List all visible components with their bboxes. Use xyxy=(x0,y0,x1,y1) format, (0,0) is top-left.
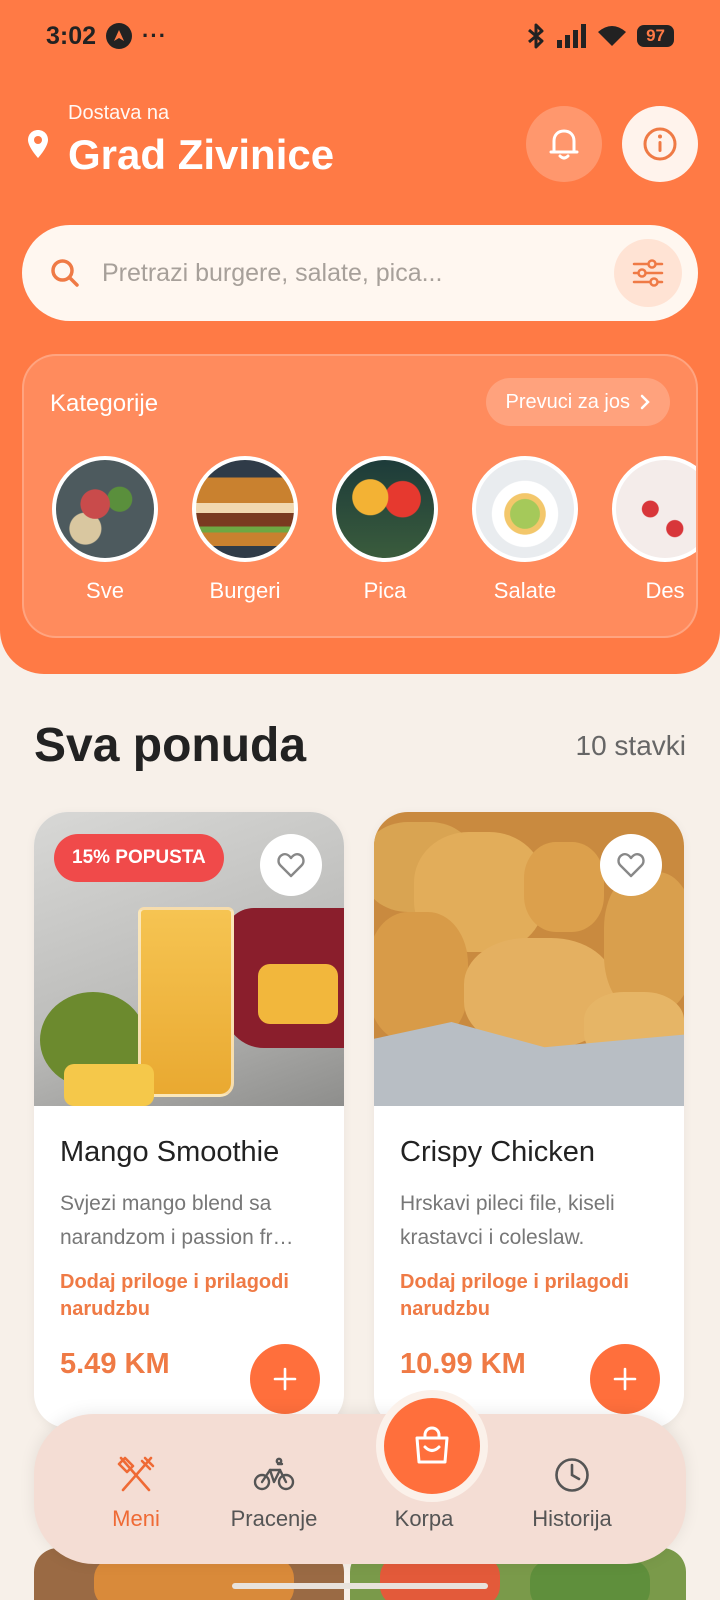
product-description: Hrskavi pileci file, kiseli krastavci i … xyxy=(400,1192,615,1249)
battery-indicator: 97 xyxy=(637,25,674,47)
nav-pracenje[interactable]: Pracenje xyxy=(214,1454,334,1532)
category-label: Pica xyxy=(363,578,407,603)
bell-icon xyxy=(549,129,579,160)
header: 3:02 ··· 97 Dostava na Grad Zivinice Pre… xyxy=(0,0,720,674)
status-time: 3:02 xyxy=(46,21,97,50)
notifications-button[interactable] xyxy=(526,106,602,182)
chevron-right-icon xyxy=(640,394,650,410)
product-image xyxy=(374,812,684,1106)
bottom-navigation: Meni Pracenje Korpa Historija xyxy=(34,1414,686,1564)
product-price: 5.49 KM xyxy=(60,1348,170,1380)
filter-sliders-icon xyxy=(632,259,664,287)
item-count: 10 stavki xyxy=(575,730,687,761)
plus-icon xyxy=(613,1367,637,1391)
product-price: 10.99 KM xyxy=(400,1348,526,1380)
navigation-app-icon xyxy=(106,23,133,49)
category-image xyxy=(192,456,298,562)
discount-badge: 15% POPUSTA xyxy=(54,834,224,882)
signal-icon xyxy=(557,24,587,48)
filter-button[interactable] xyxy=(614,239,682,307)
category-label: Salate xyxy=(493,578,557,603)
home-indicator xyxy=(232,1583,488,1589)
category-image xyxy=(472,456,578,562)
product-image: 15% POPUSTA xyxy=(34,812,344,1106)
category-label: Burgeri xyxy=(209,578,281,603)
categories-more-button[interactable]: Prevuci za jos xyxy=(485,378,670,426)
location-pin-icon xyxy=(28,130,48,158)
category-label: Sve xyxy=(86,578,124,603)
cart-button[interactable] xyxy=(376,1390,488,1502)
utensils-icon xyxy=(117,1456,155,1492)
category-burgeri[interactable]: Burgeri xyxy=(190,456,300,604)
bicycle-icon xyxy=(253,1457,295,1491)
heart-icon xyxy=(617,852,645,878)
more-notifications-icon: ··· xyxy=(142,23,168,48)
plus-icon xyxy=(273,1367,297,1391)
category-image xyxy=(332,456,438,562)
categories-panel: Kategorije Prevuci za jos Sve Burgeri Pi… xyxy=(22,354,698,638)
product-card-mango-smoothie[interactable]: 15% POPUSTA Mango Smoothie Svjezi mango … xyxy=(34,812,344,1428)
info-button[interactable] xyxy=(622,106,698,182)
favorite-button[interactable] xyxy=(600,834,662,896)
delivery-location[interactable]: Dostava na Grad Zivinice xyxy=(26,102,334,179)
product-title: Crispy Chicken xyxy=(400,1136,595,1168)
status-bar: 3:02 ··· 97 xyxy=(46,18,674,54)
product-title: Mango Smoothie xyxy=(60,1136,280,1168)
nav-label: Pracenje xyxy=(230,1506,318,1531)
nav-label: Korpa xyxy=(394,1506,454,1531)
category-image xyxy=(52,456,158,562)
nav-historija[interactable]: Historija xyxy=(512,1454,632,1532)
category-label: Des xyxy=(645,578,685,603)
bluetooth-icon xyxy=(528,23,544,49)
categories-title: Kategorije xyxy=(50,390,159,417)
customize-link[interactable]: Dodaj priloge i prilagodi narudzbu xyxy=(400,1269,658,1323)
nav-label: Historija xyxy=(532,1506,612,1531)
add-to-cart-button[interactable] xyxy=(590,1344,660,1414)
wifi-icon xyxy=(598,26,627,46)
heart-icon xyxy=(277,852,305,878)
product-description: Svjezi mango blend sa narandzom i passio… xyxy=(60,1192,294,1249)
category-deserti[interactable]: Des xyxy=(610,456,696,604)
category-sve[interactable]: Sve xyxy=(50,456,160,604)
search-bar[interactable] xyxy=(22,225,698,321)
nav-label: Meni xyxy=(112,1506,160,1531)
delivery-city: Grad Zivinice xyxy=(68,131,335,178)
category-image xyxy=(612,456,696,562)
category-pica[interactable]: Pica xyxy=(330,456,440,604)
customize-link[interactable]: Dodaj priloge i prilagodi narudzbu xyxy=(60,1269,318,1323)
favorite-button[interactable] xyxy=(260,834,322,896)
product-card-crispy-chicken[interactable]: Crispy Chicken Hrskavi pileci file, kise… xyxy=(374,812,684,1428)
clock-icon xyxy=(555,1458,589,1492)
nav-meni[interactable]: Meni xyxy=(76,1454,196,1532)
section-title: Sva ponuda xyxy=(34,719,307,772)
info-icon xyxy=(643,127,677,161)
categories-more-label: Prevuci za jos xyxy=(505,390,631,413)
search-icon xyxy=(51,259,79,287)
search-input[interactable] xyxy=(102,258,614,288)
category-salate[interactable]: Salate xyxy=(470,456,580,604)
delivery-label: Dostava na xyxy=(68,102,170,124)
shopping-bag-icon xyxy=(415,1426,449,1464)
add-to-cart-button[interactable] xyxy=(250,1344,320,1414)
